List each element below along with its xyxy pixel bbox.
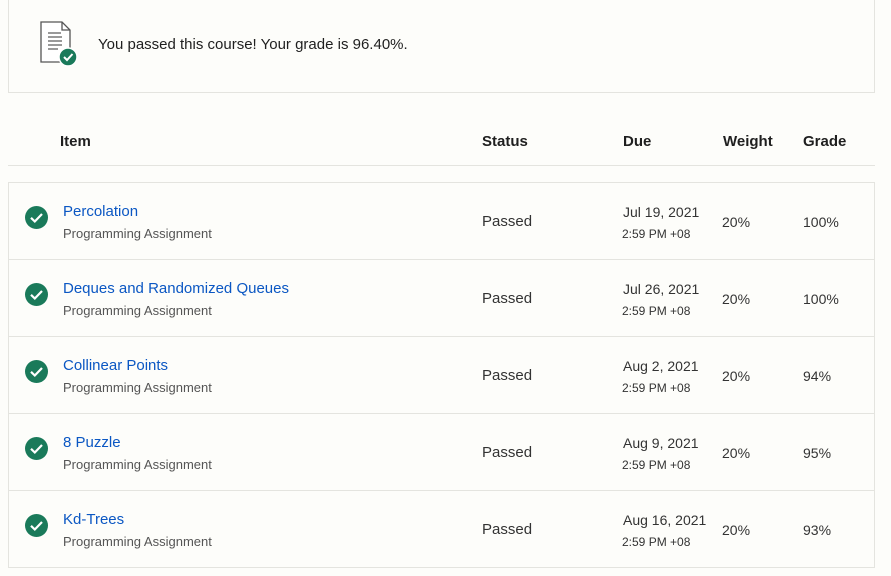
assignment-type: Programming Assignment [63,380,212,395]
assignment-type: Programming Assignment [63,457,212,472]
header-due: Due [623,133,652,150]
check-circle-icon [25,283,48,306]
assignment-type: Programming Assignment [63,534,212,549]
table-row: Kd-Trees Programming Assignment Passed A… [9,491,874,568]
table-header: Item Status Due Weight Grade [8,118,875,166]
assignment-type: Programming Assignment [63,226,212,241]
header-status: Status [482,133,528,150]
grade-value: 93% [803,522,832,538]
due-time: 2:59 PM +08 [622,535,691,549]
table-row: Percolation Programming Assignment Passe… [9,183,874,260]
check-circle-icon [25,437,48,460]
table-row: 8 Puzzle Programming Assignment Passed A… [9,414,874,491]
assignment-link[interactable]: Collinear Points [63,357,168,374]
document-check-icon [40,21,78,67]
table-row: Deques and Randomized Queues Programming… [9,260,874,337]
weight-value: 20% [722,445,751,461]
due-date: Jul 19, 2021 [623,204,700,220]
assignment-link[interactable]: 8 Puzzle [63,434,121,451]
assignment-link[interactable]: Kd-Trees [63,511,124,528]
grade-value: 100% [803,291,839,307]
status-text: Passed [482,521,533,538]
course-result-banner: You passed this course! Your grade is 96… [8,0,875,93]
header-weight: Weight [723,133,773,150]
weight-value: 20% [722,368,751,384]
due-date: Aug 16, 2021 [623,512,707,528]
due-date: Aug 2, 2021 [623,358,699,374]
due-time: 2:59 PM +08 [622,304,691,318]
check-circle-icon [25,206,48,229]
assignment-link[interactable]: Percolation [63,203,138,220]
due-time: 2:59 PM +08 [622,227,691,241]
status-text: Passed [482,444,533,461]
due-time: 2:59 PM +08 [622,458,691,472]
due-date: Aug 9, 2021 [623,435,699,451]
check-circle-icon [25,514,48,537]
header-grade: Grade [803,133,847,150]
status-text: Passed [482,367,533,384]
weight-value: 20% [722,214,751,230]
grade-value: 100% [803,214,839,230]
course-result-message: You passed this course! Your grade is 96… [98,36,408,53]
due-date: Jul 26, 2021 [623,281,700,297]
table-row: Collinear Points Programming Assignment … [9,337,874,414]
grade-value: 94% [803,368,832,384]
status-text: Passed [482,213,533,230]
weight-value: 20% [722,522,751,538]
assignment-link[interactable]: Deques and Randomized Queues [63,280,289,297]
header-item: Item [60,133,91,150]
grade-value: 95% [803,445,832,461]
due-time: 2:59 PM +08 [622,381,691,395]
assignments-table: Percolation Programming Assignment Passe… [8,182,875,568]
assignment-type: Programming Assignment [63,303,212,318]
status-text: Passed [482,290,533,307]
check-circle-icon [25,360,48,383]
weight-value: 20% [722,291,751,307]
